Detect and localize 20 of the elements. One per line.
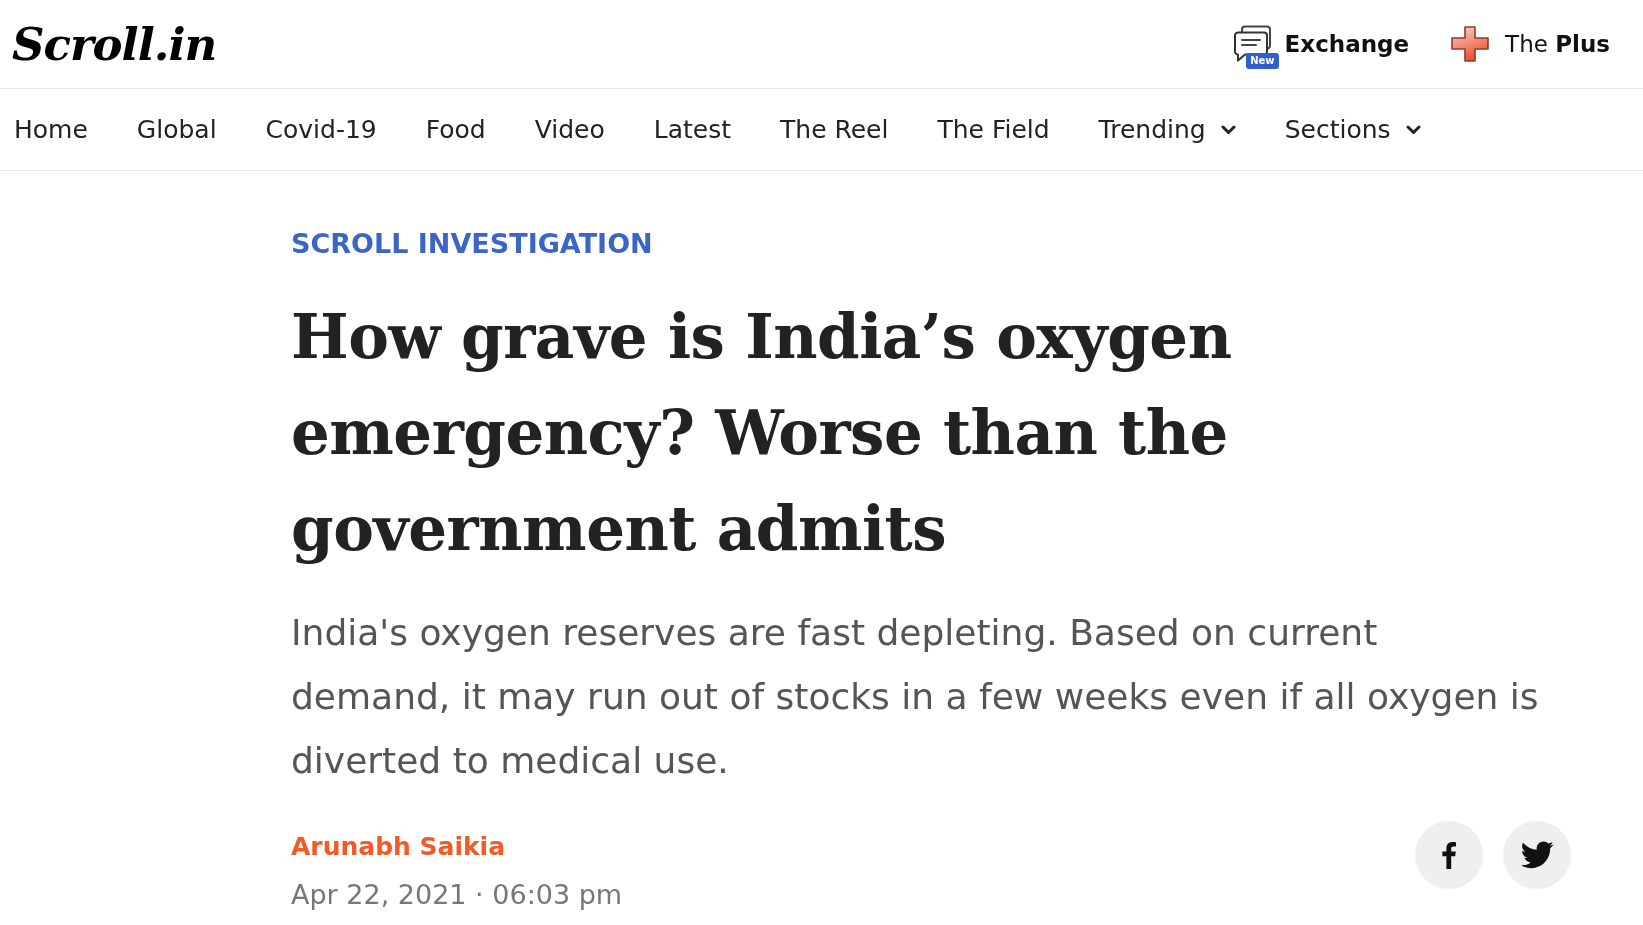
facebook-icon xyxy=(1442,841,1456,869)
the-plus-link[interactable]: The Plus xyxy=(1451,26,1610,62)
nav-link[interactable]: Latest xyxy=(653,117,732,142)
nav-link[interactable]: The Reel xyxy=(780,117,889,142)
nav-link[interactable]: Sections xyxy=(1284,117,1421,142)
article-headline: How grave is India’s oxygen emergency? Worse than the government admits xyxy=(291,300,1233,566)
nav-link[interactable]: Trending xyxy=(1098,117,1236,142)
nav-link[interactable]: The Field xyxy=(937,117,1050,142)
nav-link[interactable]: Food xyxy=(425,117,486,142)
nav-link[interactable]: Video xyxy=(534,117,605,142)
article-standfirst: India's oxygen reserves are fast depleting. Based on current demand, it may run out of stocks in a few weeks even if all oxygen is diverted to medical use. xyxy=(291,611,1540,783)
new-badge: New xyxy=(1246,53,1279,69)
twitter-icon xyxy=(1520,841,1554,869)
nav-link[interactable]: Covid-19 xyxy=(265,117,377,142)
nav-link[interactable]: Home xyxy=(14,117,88,142)
plus-icon xyxy=(1451,26,1490,62)
nav-link[interactable]: Global xyxy=(136,117,217,142)
publish-date: Apr 22, 2021 · 06:03 pm xyxy=(291,878,623,912)
site-logo[interactable]: Scroll.in xyxy=(12,21,217,67)
category-link[interactable]: SCROLL INVESTIGATION xyxy=(291,226,653,262)
